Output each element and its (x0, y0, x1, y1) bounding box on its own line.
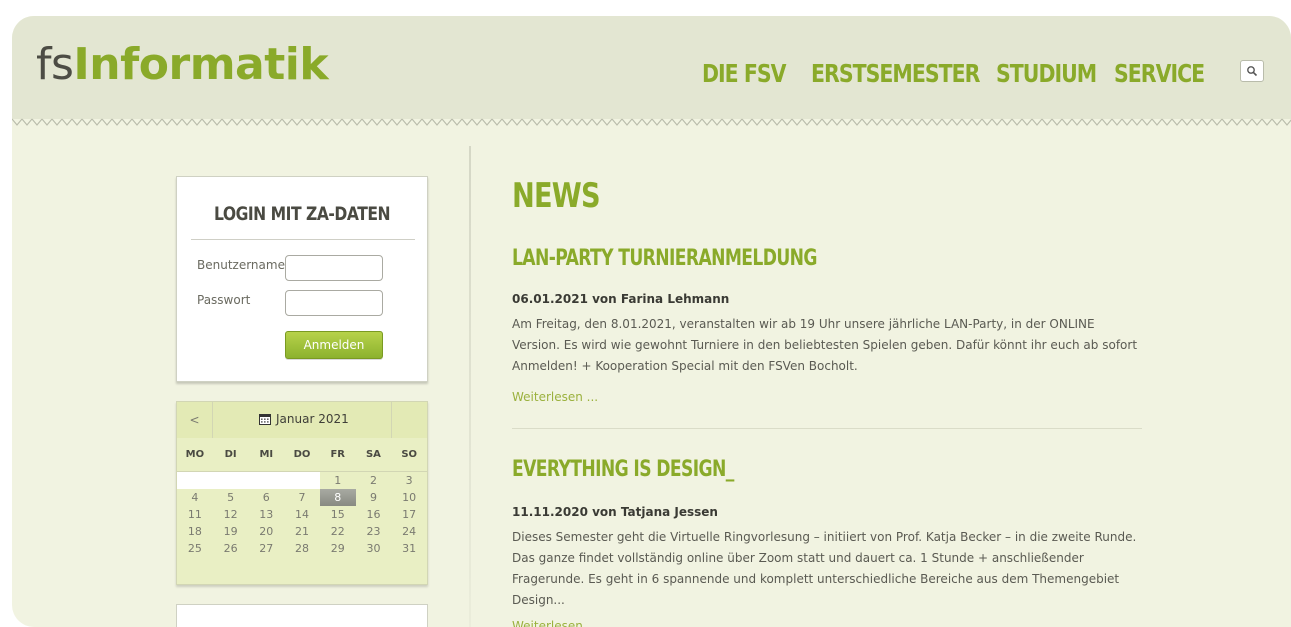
calendar-day[interactable]: 11 (177, 506, 213, 523)
nav-item-service[interactable]: SERVICE (1114, 56, 1205, 92)
calendar-day[interactable]: 28 (284, 540, 320, 557)
calendar-day[interactable]: 26 (213, 540, 249, 557)
username-label: Benutzername (197, 258, 285, 272)
post-meta: 06.01.2021 von Farina Lehmann (512, 292, 730, 306)
page-frame: fsInformatik DIE FSV ERSTSEMESTER STUDIU… (12, 16, 1291, 627)
login-button[interactable]: Anmelden (285, 331, 383, 359)
weekday-label: SA (365, 449, 381, 460)
search-icon (1247, 66, 1258, 77)
logo-prefix: fs (36, 39, 74, 90)
login-divider (191, 239, 415, 240)
calendar-weeks: 1 2 3 4 5 6 7 8 9 10 11 12 13 14 15 16 17 18 19 20 21 22 23 24 2… (177, 472, 427, 557)
calendar-day[interactable]: 25 (177, 540, 213, 557)
password-input[interactable] (285, 290, 383, 316)
calendar-day[interactable]: 5 (213, 489, 249, 506)
read-more-link[interactable]: Weiterlesen ... (512, 390, 598, 404)
username-input[interactable] (285, 255, 383, 281)
calendar-day[interactable]: 13 (248, 506, 284, 523)
calendar-day[interactable]: 30 (356, 540, 392, 557)
calendar-week-row: 25 26 27 28 29 30 31 (177, 540, 427, 557)
calendar-day[interactable]: 2 (356, 472, 392, 489)
post-title[interactable]: EVERYTHING IS DESIGN_ (512, 457, 734, 482)
weekday-label: SO (401, 449, 418, 460)
sidebar-widget (176, 604, 428, 627)
calendar-empty-cell (212, 472, 249, 489)
calendar-week-row: 11 12 13 14 15 16 17 (177, 506, 427, 523)
logo-main: Informatik (73, 39, 329, 90)
password-label: Passwort (197, 293, 251, 307)
calendar-day[interactable]: 31 (391, 540, 427, 557)
read-more-link[interactable]: Weiterlesen ... (512, 619, 598, 627)
calendar-header: < Januar 2021 (177, 402, 427, 438)
calendar-day[interactable]: 19 (213, 523, 249, 540)
main-nav: DIE FSV ERSTSEMESTER STUDIUM SERVICE (702, 56, 1224, 92)
calendar-day[interactable]: 23 (356, 523, 392, 540)
calendar-day[interactable]: 4 (177, 489, 213, 506)
calendar-day[interactable]: 29 (320, 540, 356, 557)
calendar-day[interactable]: 14 (284, 506, 320, 523)
calendar-day[interactable]: 16 (356, 506, 392, 523)
post-divider (512, 428, 1142, 429)
nav-item-studium[interactable]: STUDIUM (996, 56, 1097, 92)
calendar-day[interactable]: 7 (284, 489, 320, 506)
calendar-day[interactable]: 15 (320, 506, 356, 523)
calendar-grid: MO DI MI DO FR SA SO 1 2 3 4 5 6 7 8 9 10 11 12 13 14… (177, 439, 427, 557)
sidebar-divider (469, 146, 471, 627)
login-panel: LOGIN MIT ZA-DATEN Benutzername Passwort… (176, 176, 428, 382)
post-excerpt: Am Freitag, den 8.01.2021, veranstalten … (512, 317, 1138, 373)
weekday-label: DO (293, 449, 311, 460)
calendar-prev-button[interactable]: < (177, 402, 213, 438)
calendar-day[interactable]: 10 (391, 489, 427, 506)
calendar-day[interactable]: 24 (391, 523, 427, 540)
site-header: fsInformatik DIE FSV ERSTSEMESTER STUDIU… (12, 16, 1291, 119)
calendar-day[interactable]: 1 (320, 472, 356, 489)
calendar-day[interactable]: 22 (320, 523, 356, 540)
calendar-day[interactable]: 8 (319, 489, 356, 506)
calendar-weekdays: MO DI MI DO FR SA SO (177, 439, 427, 472)
calendar-day[interactable]: 18 (177, 523, 213, 540)
calendar-day[interactable]: 17 (391, 506, 427, 523)
calendar-empty-cell (177, 472, 213, 489)
calendar-week-row: 18 19 20 21 22 23 24 (177, 523, 427, 540)
post-title[interactable]: LAN-PARTY TURNIERANMELDUNG (512, 246, 817, 271)
nav-item-erstsemester[interactable]: ERSTSEMESTER (811, 56, 980, 92)
weekday-label: DI (224, 449, 237, 460)
calendar-day[interactable]: 21 (284, 523, 320, 540)
calendar-empty-cell (284, 472, 320, 489)
calendar-next-button[interactable] (391, 402, 427, 438)
calendar-widget: < Januar 2021 MO DI MI DO FR SA SO 12345… (176, 401, 428, 585)
site-logo[interactable]: fsInformatik (36, 39, 329, 90)
login-title: LOGIN MIT ZA-DATEN (213, 203, 391, 225)
calendar-day[interactable]: 20 (248, 523, 284, 540)
calendar-month-label: Januar 2021 (276, 412, 349, 426)
search-button[interactable] (1240, 60, 1264, 82)
weekday-label: MO (185, 449, 205, 460)
post-excerpt: Dieses Semester geht die Virtuelle Ringv… (512, 530, 1137, 607)
calendar-day[interactable]: 9 (356, 489, 392, 506)
page-title: NEWS (512, 176, 601, 216)
post-meta: 11.11.2020 von Tatjana Jessen (512, 505, 718, 519)
calendar-day[interactable]: 12 (213, 506, 249, 523)
calendar-icon (259, 414, 271, 425)
calendar-month-title: Januar 2021 (259, 412, 349, 426)
nav-item-die-fsv[interactable]: DIE FSV (702, 56, 791, 92)
calendar-empty-cell (248, 472, 285, 489)
calendar-day[interactable]: 6 (248, 489, 284, 506)
calendar-day[interactable]: 27 (248, 540, 284, 557)
header-zigzag-border (12, 116, 1291, 128)
calendar-week-row: 4 5 6 7 8 9 10 (177, 489, 427, 506)
weekday-label: FR (330, 449, 345, 460)
calendar-day[interactable]: 3 (391, 472, 427, 489)
calendar-week-row: 123 (177, 472, 427, 489)
weekday-label: MI (259, 449, 274, 460)
